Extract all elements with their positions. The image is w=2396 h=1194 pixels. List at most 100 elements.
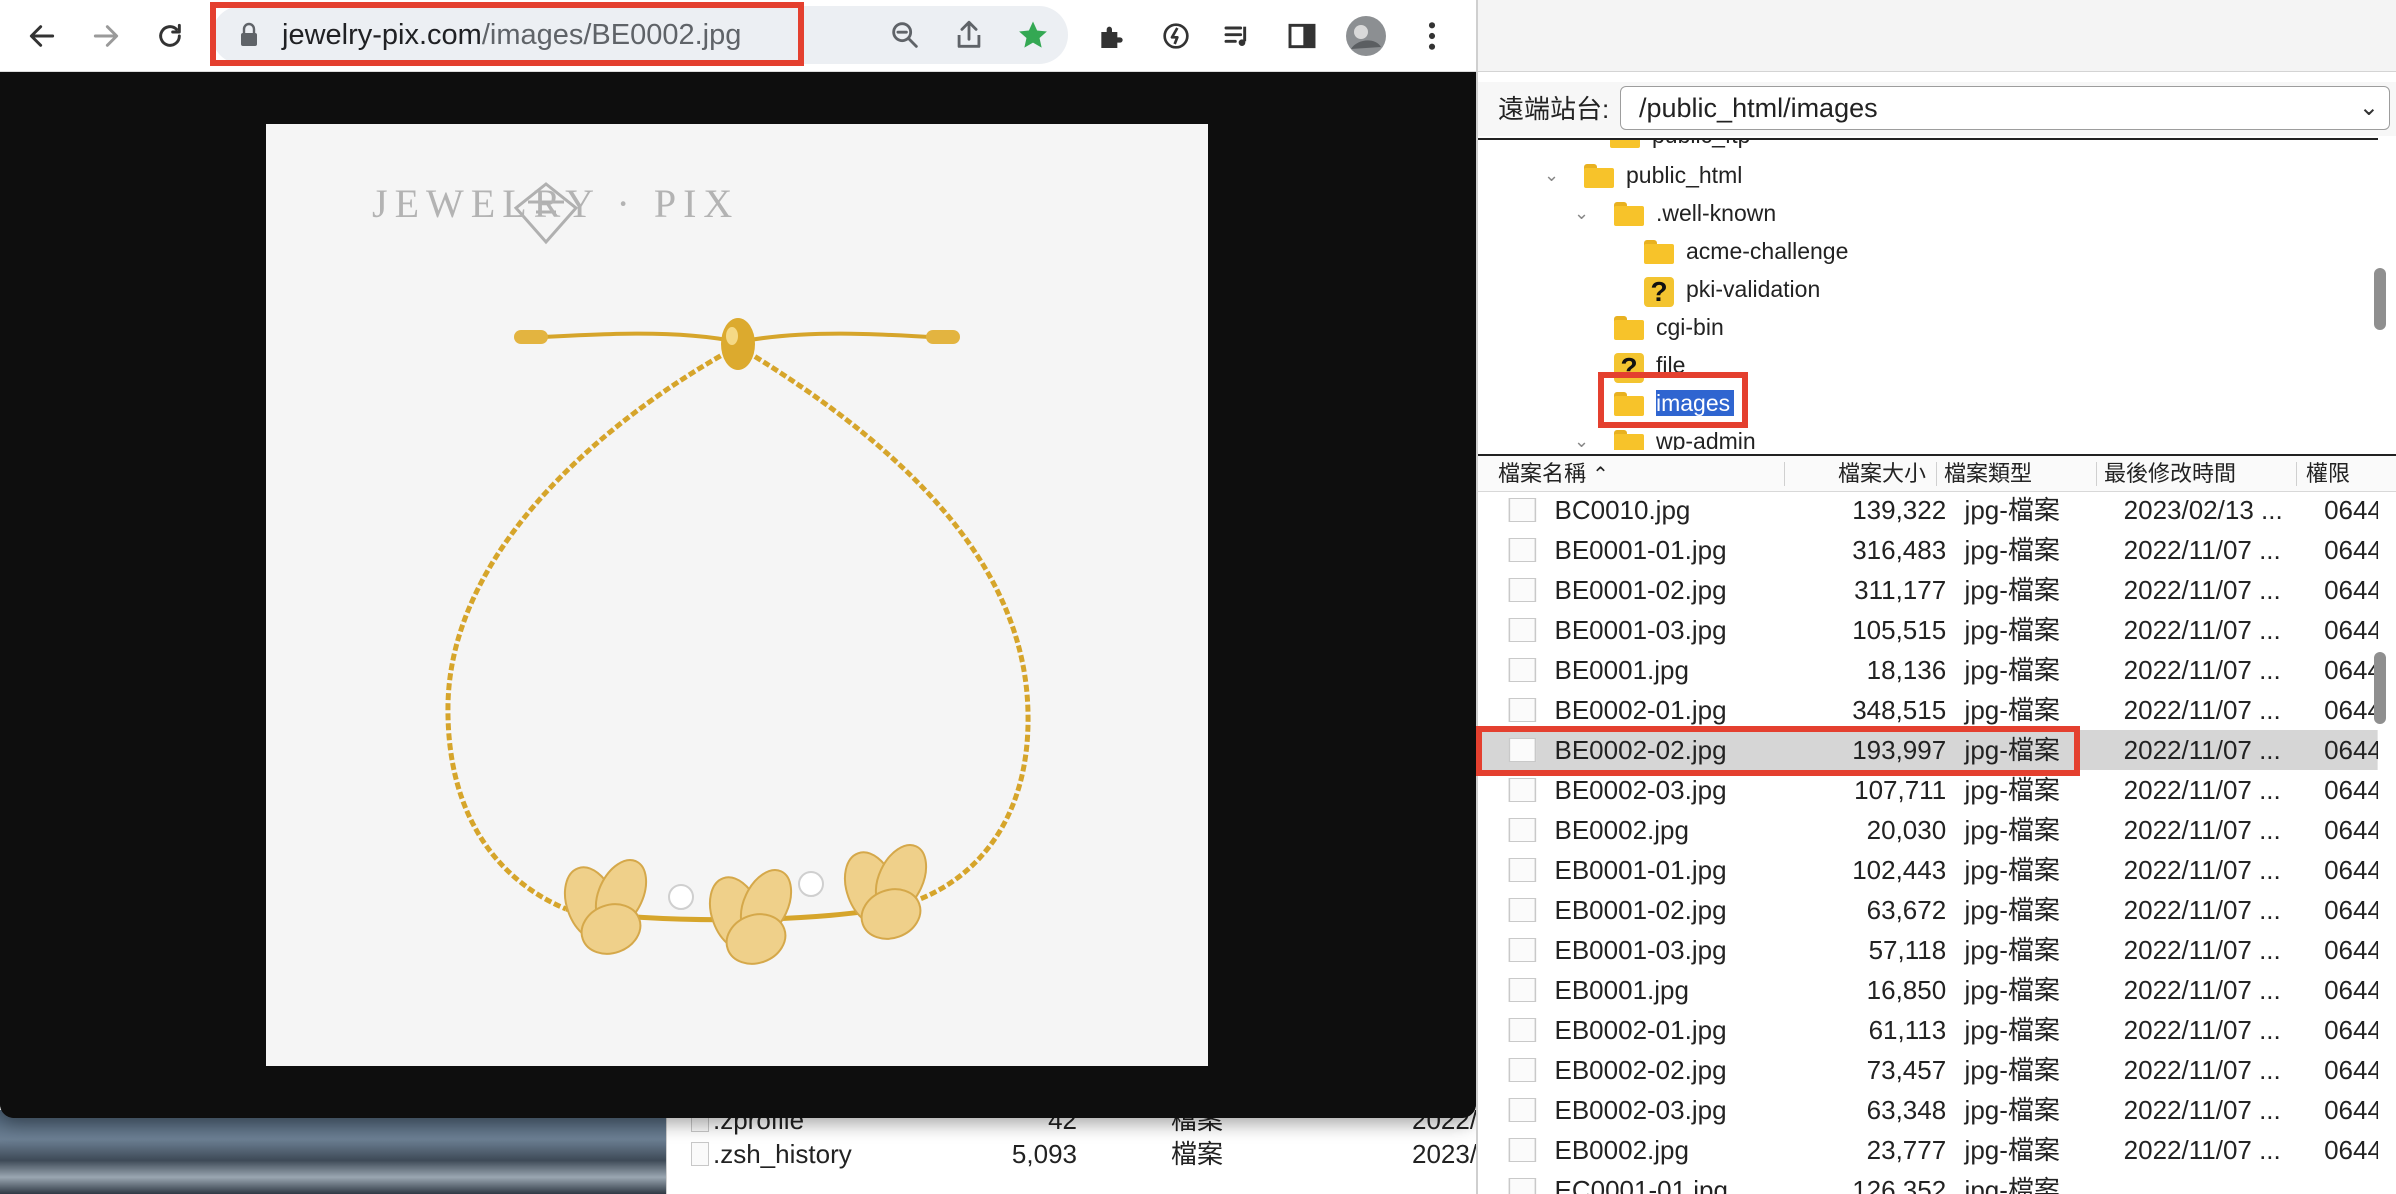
file-row[interactable]: EB0002-01.jpg 61,113 jpg-檔案 2022/11/07 ... 0… [1478,1010,2378,1050]
column-header-permissions[interactable]: 權限 [2306,456,2350,492]
column-header-modified[interactable]: 最後修改時間 [2104,456,2236,492]
file-icon [1508,498,1537,522]
side-panel-icon[interactable] [1280,14,1324,58]
file-permissions: 0644 [2324,575,2378,605]
file-row[interactable]: BE0001-03.jpg 105,515 jpg-檔案 2022/11/07 ...… [1478,610,2378,650]
local-file-row[interactable]: .zsh_history 5,093 檔案 2023/ [667,1134,1477,1174]
file-row[interactable]: EB0001-02.jpg 63,672 jpg-檔案 2022/11/07 ... 0… [1478,890,2378,930]
back-arrow-icon[interactable] [20,14,64,58]
file-row[interactable]: BC0010.jpg 139,322 jpg-檔案 2023/02/13 ... 064… [1478,492,2378,530]
browser-toolbar: jewelry-pix.com/images/BE0002.jpg [0,0,1476,72]
file-list-scrollbar[interactable] [2374,652,2386,724]
chevron-down-icon[interactable]: ⌄ [1544,156,1559,194]
tree-item-cgi-bin[interactable]: cgi-bin [1614,308,1724,346]
file-name: BE0001-02.jpg [1554,575,1727,605]
jewelry-pix-logo: JEWELRY · PIX [372,181,740,226]
tree-item-well-known[interactable]: ⌄ .well-known [1574,194,1776,232]
file-modified: 2022/11/07 ... [2123,855,2281,885]
file-row[interactable]: BE0001-02.jpg 311,177 jpg-檔案 2022/11/07 ...… [1478,570,2378,610]
file-permissions: 0644 [2324,1015,2378,1045]
file-type: jpg-檔案 [1964,1055,2060,1085]
file-row[interactable]: EB0001-03.jpg 57,118 jpg-檔案 2022/11/07 ... 0… [1478,930,2378,970]
file-size: 105,515 [1852,615,1947,645]
chevron-down-icon[interactable]: ⌄ [1574,194,1589,232]
file-name: EB0001-02.jpg [1554,895,1727,925]
file-row[interactable]: EB0002.jpg 23,777 jpg-檔案 2022/11/07 ... 0644 [1478,1130,2378,1170]
file-icon [1508,1018,1537,1042]
file-size: 126,352 [1852,1175,1947,1194]
file-icon [1508,858,1537,882]
file-row[interactable]: BE0002-01.jpg 348,515 jpg-檔案 2022/11/07 ...… [1478,690,2378,730]
file-modified: 2023/02/13 ... [2123,495,2283,525]
folder-icon [1584,164,1614,188]
column-divider[interactable] [2096,462,2097,486]
file-row[interactable]: EB0002-03.jpg 63,348 jpg-檔案 2022/11/07 ... 0… [1478,1090,2378,1130]
bookmark-star-icon[interactable] [1016,18,1050,57]
file-row[interactable]: EC0001-01.jpg 126,352 jpg-檔案 [1478,1170,2378,1194]
column-header-name[interactable]: 檔案名稱 ⌃ [1498,456,1609,493]
media-control-icon[interactable] [1216,14,1260,58]
sort-ascending-icon[interactable]: ⌃ [1592,464,1609,486]
file-row[interactable]: EB0001.jpg 16,850 jpg-檔案 2022/11/07 ... 0644 [1478,970,2378,1010]
file-row[interactable]: BE0002-03.jpg 107,711 jpg-檔案 2022/11/07 ...… [1478,770,2378,810]
file-icon [1508,898,1537,922]
tree-item-acme-challenge[interactable]: acme-challenge [1644,232,1848,270]
file-size: 348,515 [1852,695,1947,725]
file-size: 20,030 [1866,815,1947,845]
share-icon[interactable] [952,18,986,57]
file-name: BE0001.jpg [1554,655,1689,685]
file-modified: 2022/11/07 ... [2123,895,2281,925]
file-size: 139,322 [1852,495,1947,525]
file-size: 73,457 [1866,1055,1947,1085]
tree-item-pki-validation[interactable]: ? pki-validation [1644,270,1820,308]
column-divider[interactable] [2296,462,2297,486]
file-row[interactable]: EB0001-01.jpg 102,443 jpg-檔案 2022/11/07 ...… [1478,850,2378,890]
file-type: jpg-檔案 [1964,655,2060,685]
column-header-size[interactable]: 檔案大小 [1838,456,1926,492]
reload-icon[interactable] [148,14,192,58]
file-icon [1508,658,1537,682]
file-row[interactable]: BE0001.jpg 18,136 jpg-檔案 2022/11/07 ... 0644 [1478,650,2378,690]
folder-icon [1614,316,1644,340]
url-highlight-box [210,2,804,66]
performance-icon[interactable] [1154,14,1198,58]
file-type: jpg-檔案 [1964,1095,2060,1125]
more-menu-icon[interactable] [1410,14,1454,58]
tree-scrollbar[interactable] [2374,268,2386,330]
zoom-icon[interactable] [888,18,922,57]
tree-item-public-html[interactable]: ⌄ public_html [1544,156,1742,194]
file-size: 16,850 [1866,975,1947,1005]
file-modified: 2022/11/07 ... [2123,615,2281,645]
forward-arrow-icon[interactable] [84,14,128,58]
tree-item-public-ftp[interactable]: public_ftp [1610,140,1750,154]
extensions-icon[interactable] [1090,14,1134,58]
ftp-toolbar-area [1478,0,2396,72]
images-folder-highlight-box [1598,372,1748,428]
file-name: EB0002-01.jpg [1554,1015,1727,1045]
column-header-type[interactable]: 檔案類型 [1944,456,2032,492]
profile-avatar[interactable] [1344,14,1388,58]
file-icon [691,1142,709,1166]
ftp-client-window: 遠端站台: /public_html/images ⌄ public_ftp ⌄… [1476,0,2396,1194]
column-divider[interactable] [1936,462,1937,486]
file-icon [1508,578,1537,602]
file-icon [1508,698,1537,722]
file-type: jpg-檔案 [1964,815,2060,845]
file-row[interactable]: EB0002-02.jpg 73,457 jpg-檔案 2022/11/07 ... 0… [1478,1050,2378,1090]
file-name: BE0002-01.jpg [1554,695,1727,725]
file-name: BE0001-03.jpg [1554,615,1727,645]
file-size: 18,136 [1866,655,1947,685]
local-file-type: 檔案 [1171,1139,1224,1169]
remote-path-dropdown[interactable]: /public_html/images ⌄ [1620,86,2390,130]
product-photo[interactable] [266,124,1208,1066]
file-permissions: 0644 [2324,1135,2378,1165]
file-permissions: 0644 [2324,655,2378,685]
file-row[interactable]: BE0002.jpg 20,030 jpg-檔案 2022/11/07 ... 0644 [1478,810,2378,850]
column-divider[interactable] [1784,462,1785,486]
file-name: BE0002-03.jpg [1554,775,1727,805]
chevron-down-icon[interactable]: ⌄ [1574,422,1589,450]
file-modified: 2022/11/07 ... [2123,575,2281,605]
remote-site-bar: 遠端站台: /public_html/images ⌄ [1478,82,2396,136]
chevron-down-icon[interactable]: ⌄ [2359,87,2379,129]
file-row[interactable]: BE0001-01.jpg 316,483 jpg-檔案 2022/11/07 ...… [1478,530,2378,570]
